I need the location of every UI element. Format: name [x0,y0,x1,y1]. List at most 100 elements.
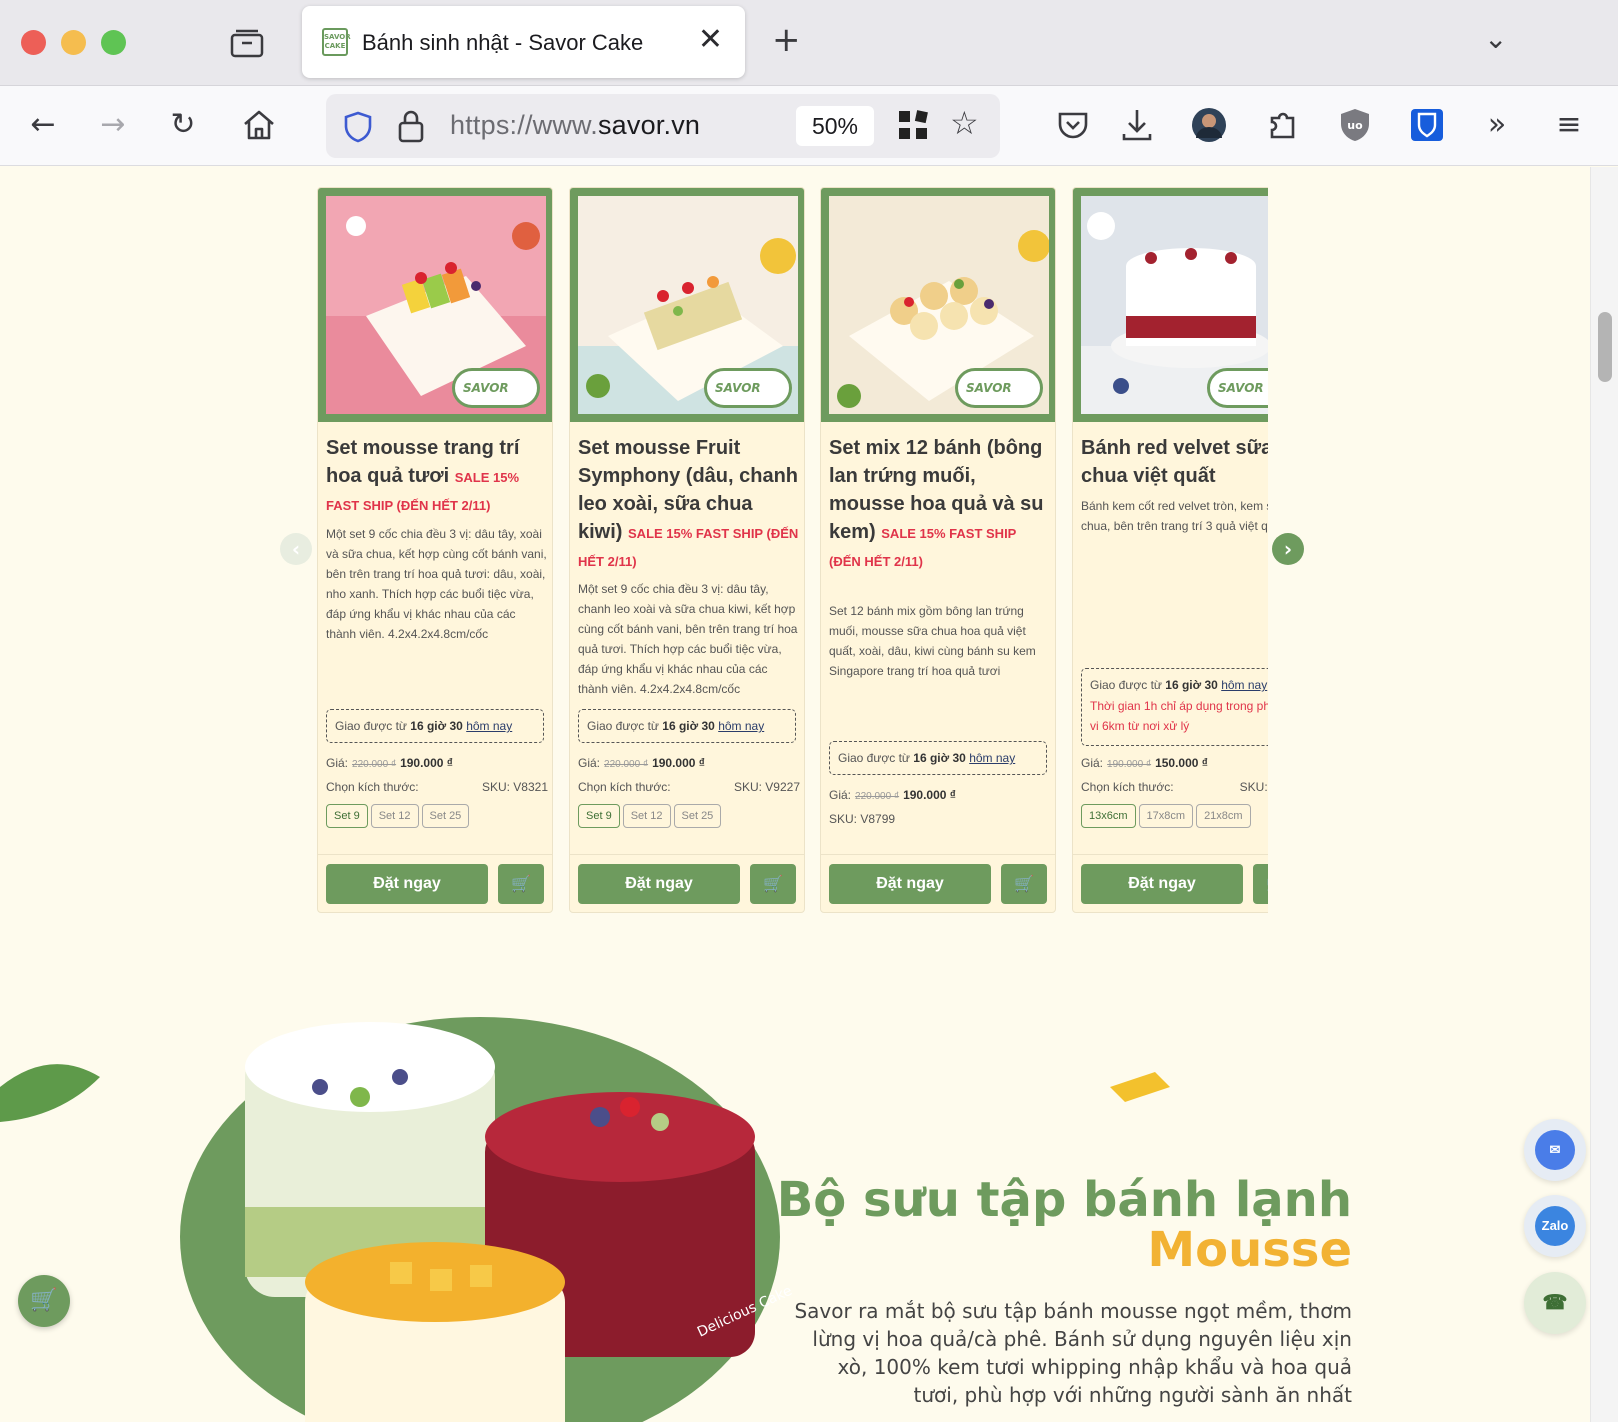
zalo-button[interactable]: Zalo [1524,1195,1586,1257]
product-description: Bánh kem cốt red velvet tròn, kem sữa ch… [1081,499,1268,533]
product-card[interactable]: SAVOR 1H Bánh red velvet sữa chua việt q… [1072,187,1268,913]
order-now-button[interactable]: Đặt ngay [1081,864,1243,904]
product-image[interactable]: SAVOR 1H [821,188,1055,422]
badge-brand: SAVOR [1218,381,1264,395]
bitwarden-icon[interactable] [1406,104,1448,146]
size-option[interactable]: Set 25 [421,804,470,828]
size-options: 13x6cm 17x8cm 21x8cm [1081,804,1254,828]
reload-icon[interactable]: ↻ [162,104,204,146]
card-footer: Đặt ngay 🛒 [1073,854,1268,912]
product-card[interactable]: SAVOR 1H Set mousse trang trí hoa quả tư… [317,187,553,913]
price-row: Giá: 220.000 ₫ 190.000 ₫ [578,756,705,770]
size-option[interactable]: Set 25 [673,804,722,828]
add-to-cart-icon[interactable]: 🛒 [750,864,796,904]
messenger-button[interactable]: ✉ [1524,1119,1586,1181]
qr-icon[interactable] [898,110,928,140]
page-content: SAVOR 1H Set mousse trang trí hoa quả tư… [0,167,1590,1422]
mousse-section-title: Bộ sưu tập bánh lạnh Mousse [777,1175,1352,1275]
sku: SKU: V8799 [829,812,896,826]
delivery-prefix: Giao được từ [838,751,914,765]
overflow-icon[interactable]: » [1476,104,1518,146]
badge-brand: SAVOR [715,381,761,395]
product-image[interactable]: SAVOR 1H [570,188,804,422]
size-options: Set 9 Set 12 Set 25 [578,804,724,828]
savor-1h-badge: SAVOR 1H [955,368,1043,414]
size-label: Chọn kích thước: [578,780,671,794]
add-to-cart-icon[interactable]: 🛒 [1253,864,1268,904]
url-text[interactable]: https://www.savor.vn [450,110,700,141]
order-now-button[interactable]: Đặt ngay [829,864,991,904]
order-now-button[interactable]: Đặt ngay [326,864,488,904]
new-tab-button[interactable]: + [772,20,801,60]
delivery-time: 16 giờ 30 [410,719,463,733]
home-icon[interactable] [238,104,280,146]
page-scrollbar[interactable] [1590,167,1618,1422]
size-option[interactable]: Set 12 [370,804,419,828]
tab-list-chevron-icon[interactable]: ⌄ [1484,22,1507,55]
mousse-title-line1: Bộ sưu tập bánh lạnh [776,1172,1352,1228]
delivery-info: Giao được từ 16 giờ 30 hôm nay [578,709,796,743]
phone-button[interactable]: ☎ [1524,1272,1586,1334]
size-row: Chọn kích thước: SKU: V8321 [326,780,548,794]
product-title[interactable]: Set mix 12 bánh (bông lan trứng muối, mo… [829,434,1051,574]
size-option[interactable]: Set 9 [578,804,620,828]
floating-cart-icon[interactable]: 🛒 [18,1275,70,1327]
delivery-prefix: Giao được từ [1090,678,1166,692]
product-title[interactable]: Set mousse trang trí hoa quả tươi SALE 1… [326,434,548,518]
carousel-prev-icon[interactable]: ‹ [280,533,312,565]
zoom-level-button[interactable]: 50% [796,106,874,146]
order-now-button[interactable]: Đặt ngay [578,864,740,904]
url-bar[interactable]: https://www.savor.vn 50% ☆ [326,94,1000,158]
close-tab-icon[interactable]: ✕ [698,24,723,56]
carousel-next-icon[interactable]: › [1272,533,1304,565]
delivery-day-link[interactable]: hôm nay [718,719,764,733]
bookmark-star-icon[interactable]: ☆ [950,104,979,142]
product-card[interactable]: SAVOR 1H Set mousse Fruit Symphony (dâu,… [569,187,805,913]
product-description: Một set 9 cốc chia đều 3 vị: dâu tây, xo… [326,527,547,641]
product-description: Set 12 bánh mix gồm bông lan trứng muối,… [829,604,1036,678]
size-option[interactable]: Set 9 [326,804,368,828]
product-image[interactable]: SAVOR 1H [1073,188,1268,422]
delivery-prefix: Giao được từ [587,719,663,733]
maximize-window-button[interactable] [101,30,126,55]
extensions-icon[interactable] [1262,104,1304,146]
current-price: 150.000 ₫ [1155,756,1208,770]
zalo-icon: Zalo [1535,1206,1575,1246]
delivery-day-link[interactable]: hôm nay [969,751,1015,765]
back-icon[interactable]: ← [22,104,64,146]
active-tab[interactable]: SAVOR CAKE Bánh sinh nhật - Savor Cake ✕ [302,6,745,78]
badge-brand: SAVOR [966,381,1012,395]
tab-overview-icon[interactable] [230,28,264,58]
messenger-icon: ✉ [1535,1130,1575,1170]
tab-bar: SAVOR CAKE Bánh sinh nhật - Savor Cake ✕… [0,0,1618,86]
download-icon[interactable] [1116,104,1158,146]
delivery-day-link[interactable]: hôm nay [1221,678,1267,692]
scrollbar-thumb[interactable] [1598,312,1612,382]
product-title[interactable]: Bánh red velvet sữa chua việt quất [1081,434,1268,490]
minimize-window-button[interactable] [61,30,86,55]
delivery-time: 16 giờ 30 [662,719,715,733]
card-footer: Đặt ngay 🛒 [570,854,804,912]
add-to-cart-icon[interactable]: 🛒 [1001,864,1047,904]
profile-avatar[interactable] [1188,104,1230,146]
product-card[interactable]: SAVOR 1H Set mix 12 bánh (bông lan trứng… [820,187,1056,913]
forward-icon[interactable]: → [92,104,134,146]
delivery-day-link[interactable]: hôm nay [466,719,512,733]
pocket-icon[interactable] [1052,104,1094,146]
lock-icon[interactable] [396,108,426,144]
shield-icon[interactable] [342,110,374,144]
size-option[interactable]: 21x8cm [1196,804,1251,828]
size-option[interactable]: Set 12 [622,804,671,828]
size-label: Chọn kích thước: [1081,780,1174,794]
menu-icon[interactable]: ≡ [1548,104,1590,146]
old-price: 220.000 ₫ [352,759,397,770]
product-image[interactable]: SAVOR 1H [318,188,552,422]
add-to-cart-icon[interactable]: 🛒 [498,864,544,904]
size-option[interactable]: 13x6cm [1081,804,1136,828]
mousse-cakes-illustration: Delicious Cake [0,1017,795,1422]
product-title[interactable]: Set mousse Fruit Symphony (dâu, chanh le… [578,434,800,574]
size-option[interactable]: 17x8cm [1138,804,1194,828]
close-window-button[interactable] [21,30,46,55]
tab-title: Bánh sinh nhật - Savor Cake [362,30,644,55]
ublock-icon[interactable]: uo [1334,104,1376,146]
